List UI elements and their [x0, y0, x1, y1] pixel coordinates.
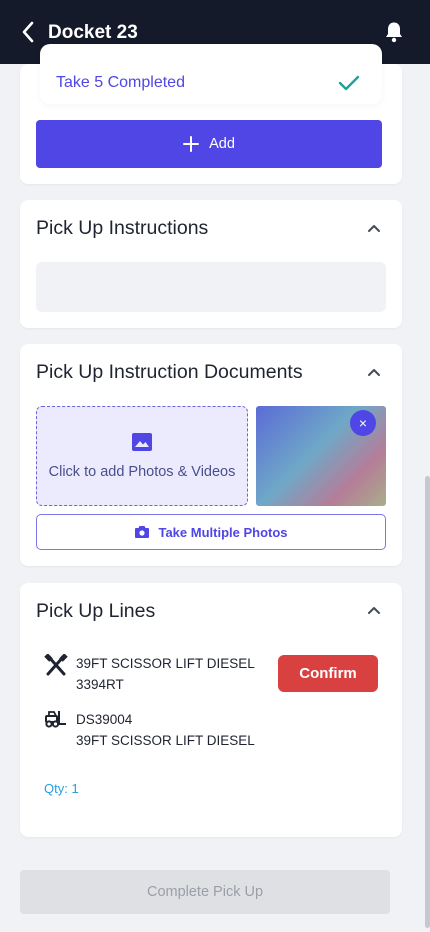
line-qty: Qty: 1: [44, 781, 79, 796]
take-completed-row[interactable]: Take 5 Completed: [40, 44, 382, 104]
take-completed-label: Take 5 Completed: [56, 74, 185, 91]
chevron-left-icon: [22, 21, 34, 43]
scrollbar[interactable]: [425, 476, 430, 928]
plus-icon: [183, 136, 200, 152]
take-multiple-photos-label: Take Multiple Photos: [158, 524, 288, 540]
confirm-button[interactable]: Confirm: [278, 655, 378, 692]
pickup-instructions-field[interactable]: [36, 262, 386, 312]
add-button[interactable]: Add: [36, 120, 382, 168]
take-multiple-photos-button[interactable]: Take Multiple Photos: [36, 514, 386, 550]
close-icon: ×: [358, 415, 368, 431]
pickup-lines-title: Pick Up Lines: [36, 600, 156, 622]
line-asset-id: DS39004: [76, 712, 133, 727]
check-icon: [338, 75, 360, 91]
pickup-instructions-card: Pick Up Instructions: [20, 200, 402, 328]
remove-photo-button[interactable]: ×: [350, 410, 376, 436]
chevron-up-icon[interactable]: [366, 602, 382, 618]
pickup-instructions-title: Pick Up Instructions: [36, 217, 209, 239]
page-title: Docket 23: [48, 22, 138, 43]
back-button[interactable]: [16, 20, 40, 44]
add-media-label: Click to add Photos & Videos: [48, 464, 236, 480]
image-icon: [132, 433, 152, 451]
chevron-up-icon[interactable]: [366, 220, 382, 236]
complete-pickup-button[interactable]: Complete Pick Up: [20, 870, 390, 914]
pickup-lines-card: Pick Up Lines 39FT SCISSOR LIFT DIESEL 3…: [20, 583, 402, 837]
chevron-up-icon[interactable]: [366, 364, 382, 380]
line-item-name: 39FT SCISSOR LIFT DIESEL: [76, 656, 255, 671]
document-thumbnail[interactable]: ×: [256, 406, 386, 506]
pickup-documents-title: Pick Up Instruction Documents: [36, 361, 303, 383]
camera-icon: [135, 526, 150, 538]
tools-icon: [44, 654, 68, 676]
line-item-code: 3394RT: [76, 677, 124, 692]
take-card: Take 5 Completed Add: [20, 44, 402, 184]
notifications-button[interactable]: [384, 21, 406, 43]
line-asset-name: 39FT SCISSOR LIFT DIESEL: [76, 733, 255, 748]
bell-icon: [386, 22, 402, 43]
forklift-icon: [45, 711, 66, 728]
add-label: Add: [209, 136, 235, 152]
pickup-documents-card: Pick Up Instruction Documents Click to a…: [20, 344, 402, 566]
add-media-dropzone[interactable]: Click to add Photos & Videos: [36, 406, 248, 506]
